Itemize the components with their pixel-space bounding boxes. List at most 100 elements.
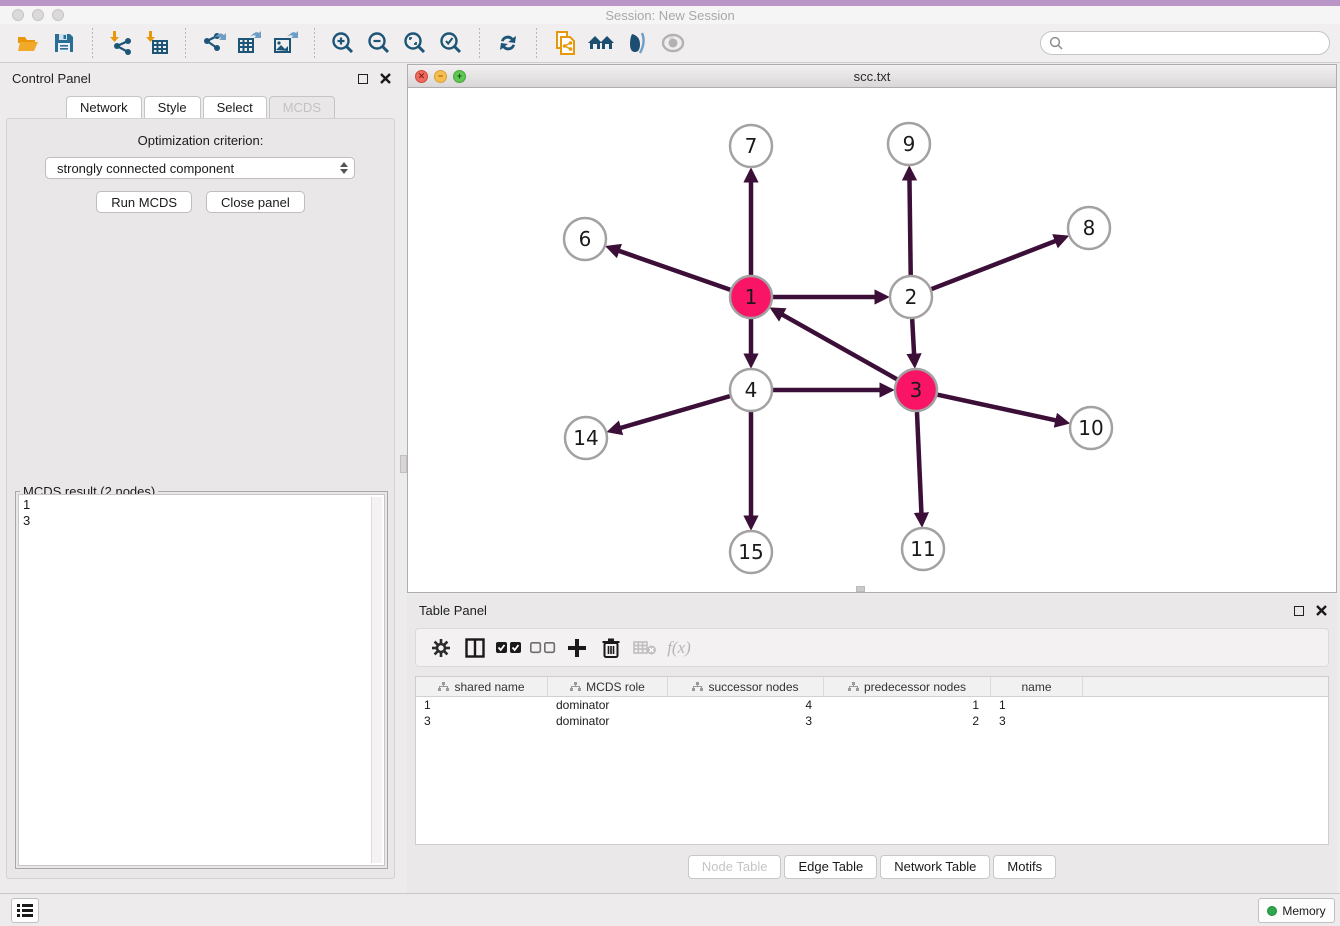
tree-icon: [692, 682, 703, 692]
optimization-criterion-label: Optimization criterion:: [7, 133, 394, 148]
task-history-button[interactable]: [11, 898, 39, 923]
edge-3-11[interactable]: [917, 412, 921, 514]
control-panel-title: Control Panel: [12, 71, 91, 86]
table-toolbar: f(x): [415, 628, 1329, 667]
mcds-panel: Optimization criterion: strongly connect…: [6, 118, 395, 879]
table-row[interactable]: 3 dominator 3 2 3: [416, 713, 1328, 729]
open-file-icon[interactable]: [13, 28, 43, 58]
refresh-layout-icon[interactable]: [493, 28, 523, 58]
tab-mcds[interactable]: MCDS: [269, 96, 335, 119]
zoom-fit-icon[interactable]: [400, 28, 430, 58]
copy-network-view-icon[interactable]: [550, 28, 580, 58]
import-network-icon[interactable]: [106, 28, 136, 58]
export-table-icon[interactable]: [235, 28, 265, 58]
node-label-2: 2: [905, 285, 918, 309]
cell-shared-name[interactable]: 1: [416, 698, 548, 712]
mcds-result-line: 1: [23, 497, 380, 513]
node-table: shared name MCDS role successor nodes pr…: [415, 676, 1329, 845]
toolbar-separator: [479, 28, 480, 58]
tab-network-table[interactable]: Network Table: [880, 855, 990, 879]
cell-mcds-role[interactable]: dominator: [548, 714, 668, 728]
node-label-6: 6: [579, 227, 592, 251]
window-title: Session: New Session: [0, 8, 1340, 23]
cell-mcds-role[interactable]: dominator: [548, 698, 668, 712]
cell-predecessor-nodes[interactable]: 2: [824, 714, 991, 728]
edge-2-8[interactable]: [932, 241, 1057, 289]
tab-network[interactable]: Network: [66, 96, 142, 119]
cell-successor-nodes[interactable]: 4: [668, 698, 824, 712]
node-label-4: 4: [745, 378, 758, 402]
splitter-grip[interactable]: [400, 455, 407, 473]
tab-style[interactable]: Style: [144, 96, 201, 119]
tab-edge-table[interactable]: Edge Table: [784, 855, 877, 879]
save-session-icon[interactable]: [49, 28, 79, 58]
list-icon: [17, 904, 33, 917]
table-header-row: shared name MCDS role successor nodes pr…: [416, 677, 1328, 697]
export-image-icon[interactable]: [271, 28, 301, 58]
search-box[interactable]: [1040, 31, 1330, 55]
cell-successor-nodes[interactable]: 3: [668, 714, 824, 728]
column-layout-icon[interactable]: [458, 633, 492, 663]
settings-icon[interactable]: [424, 633, 458, 663]
edge-2-3[interactable]: [912, 319, 914, 355]
edge-3-1[interactable]: [781, 314, 896, 379]
column-header-shared-name[interactable]: shared name: [416, 677, 548, 696]
memory-button[interactable]: Memory: [1258, 898, 1335, 923]
cell-name[interactable]: 3: [991, 714, 1083, 728]
tree-icon: [438, 682, 449, 692]
zoom-selected-icon[interactable]: [436, 28, 466, 58]
edge-3-10[interactable]: [937, 395, 1056, 421]
mcds-result-text[interactable]: 1 3: [18, 494, 385, 866]
home-view-icon[interactable]: [586, 28, 616, 58]
app-window: { "window": { "title": "Session: New Ses…: [0, 0, 1340, 926]
close-table-panel-icon[interactable]: [1316, 605, 1327, 616]
float-panel-icon[interactable]: [358, 74, 368, 84]
close-panel-icon[interactable]: [380, 73, 391, 84]
control-panel: Control Panel Network Style Select MCDS …: [0, 63, 401, 893]
criterion-value: strongly connected component: [57, 161, 234, 176]
search-input[interactable]: [1068, 36, 1321, 50]
node-label-7: 7: [745, 134, 758, 158]
network-view-title: scc.txt: [408, 69, 1336, 84]
column-header-predecessor-nodes[interactable]: predecessor nodes: [824, 677, 991, 696]
status-bar: Memory: [0, 893, 1340, 926]
select-all-rows-icon[interactable]: [492, 633, 526, 663]
column-header-successor-nodes[interactable]: successor nodes: [668, 677, 824, 696]
result-scrollbar[interactable]: [371, 497, 382, 863]
tab-motifs[interactable]: Motifs: [993, 855, 1056, 879]
toolbar-separator: [314, 28, 315, 58]
toolbar-separator: [185, 28, 186, 58]
cell-shared-name[interactable]: 3: [416, 714, 548, 728]
mcds-result-line: 3: [23, 513, 380, 529]
criterion-dropdown[interactable]: strongly connected component: [45, 157, 355, 179]
function-builder-icon[interactable]: f(x): [662, 633, 696, 663]
tab-select[interactable]: Select: [203, 96, 267, 119]
cell-predecessor-nodes[interactable]: 1: [824, 698, 991, 712]
export-network-icon[interactable]: [199, 28, 229, 58]
float-table-panel-icon[interactable]: [1294, 606, 1304, 616]
edge-4-14[interactable]: [620, 396, 730, 428]
add-column-icon[interactable]: [560, 633, 594, 663]
column-header-name[interactable]: name: [991, 677, 1083, 696]
table-panel: Table Panel f(x) shar: [407, 595, 1337, 893]
run-mcds-button[interactable]: Run MCDS: [96, 191, 192, 213]
cell-name[interactable]: 1: [991, 698, 1083, 712]
close-panel-button[interactable]: Close panel: [206, 191, 305, 213]
apply-style-icon[interactable]: [622, 28, 652, 58]
table-row[interactable]: 1 dominator 4 1 1: [416, 697, 1328, 713]
delete-table-icon[interactable]: [628, 633, 662, 663]
deselect-all-rows-icon[interactable]: [526, 633, 560, 663]
import-table-icon[interactable]: [142, 28, 172, 58]
network-canvas[interactable]: 1234678910111415: [408, 88, 1336, 592]
delete-column-icon[interactable]: [594, 633, 628, 663]
column-header-mcds-role[interactable]: MCDS role: [548, 677, 668, 696]
node-label-14: 14: [573, 426, 598, 450]
edge-2-9[interactable]: [909, 179, 910, 275]
tab-node-table[interactable]: Node Table: [688, 855, 782, 879]
zoom-out-icon[interactable]: [364, 28, 394, 58]
zoom-in-icon[interactable]: [328, 28, 358, 58]
network-window-titlebar[interactable]: ✕ − + scc.txt: [408, 65, 1336, 88]
edge-1-6[interactable]: [618, 251, 730, 290]
show-hide-graphics-icon[interactable]: [658, 28, 688, 58]
horizontal-splitter-grip[interactable]: [856, 586, 865, 592]
